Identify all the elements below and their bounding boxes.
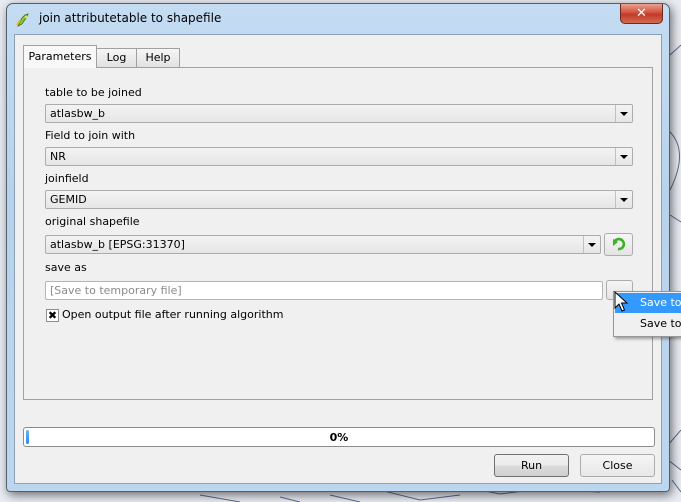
refresh-layers-button[interactable] bbox=[604, 233, 633, 256]
window-title: join attributetable to shapefile bbox=[39, 11, 222, 25]
table-to-be-joined-select[interactable]: atlasbw_b bbox=[45, 104, 633, 123]
original-shapefile-select[interactable]: atlasbw_b [EPSG:31370] bbox=[45, 235, 601, 254]
chevron-down-icon[interactable] bbox=[615, 191, 632, 208]
open-output-checkbox[interactable]: ✖ bbox=[46, 309, 59, 322]
save-as-input[interactable] bbox=[45, 281, 603, 300]
joinfield-value: GEMID bbox=[50, 193, 87, 206]
window-close-button[interactable]: ✕ bbox=[620, 4, 663, 24]
joinfield-label: joinfield bbox=[45, 172, 89, 185]
qgis-app-icon bbox=[16, 13, 29, 27]
field-to-join-with-value: NR bbox=[50, 150, 66, 163]
close-icon: ✕ bbox=[636, 6, 647, 21]
dialog-client-area: Parameters Log Help table to be joined a… bbox=[14, 34, 662, 484]
field-to-join-with-label: Field to join with bbox=[45, 129, 136, 142]
close-button[interactable]: Close bbox=[580, 454, 655, 477]
open-output-label: Open output file after running algorithm bbox=[62, 308, 284, 321]
refresh-icon bbox=[612, 237, 626, 251]
mouse-pointer-icon bbox=[614, 291, 629, 312]
title-bar[interactable]: join attributetable to shapefile ✕ bbox=[7, 4, 669, 34]
field-to-join-with-select[interactable]: NR bbox=[45, 147, 633, 166]
progress-text: 0% bbox=[329, 431, 349, 444]
original-shapefile-label: original shapefile bbox=[45, 215, 140, 228]
parameters-panel: table to be joined atlasbw_b Field to jo… bbox=[23, 67, 653, 400]
table-to-be-joined-label: table to be joined bbox=[45, 86, 142, 99]
menu-item-save-to-file[interactable]: Save to file... bbox=[615, 314, 681, 334]
chevron-down-icon[interactable] bbox=[615, 105, 632, 122]
run-button[interactable]: Run bbox=[494, 454, 569, 477]
progress-bar: 0% bbox=[23, 427, 655, 447]
joinfield-select[interactable]: GEMID bbox=[45, 190, 633, 209]
chevron-down-icon[interactable] bbox=[583, 236, 600, 253]
table-to-be-joined-value: atlasbw_b bbox=[50, 107, 106, 120]
original-shapefile-value: atlasbw_b [EPSG:31370] bbox=[50, 238, 185, 251]
chevron-down-icon[interactable] bbox=[615, 148, 632, 165]
tab-parameters[interactable]: Parameters bbox=[23, 45, 97, 68]
tab-help[interactable]: Help bbox=[136, 48, 180, 67]
dialog-window: join attributetable to shapefile ✕ Param… bbox=[6, 3, 670, 492]
tab-log[interactable]: Log bbox=[96, 48, 137, 67]
save-as-label: save as bbox=[45, 261, 87, 274]
